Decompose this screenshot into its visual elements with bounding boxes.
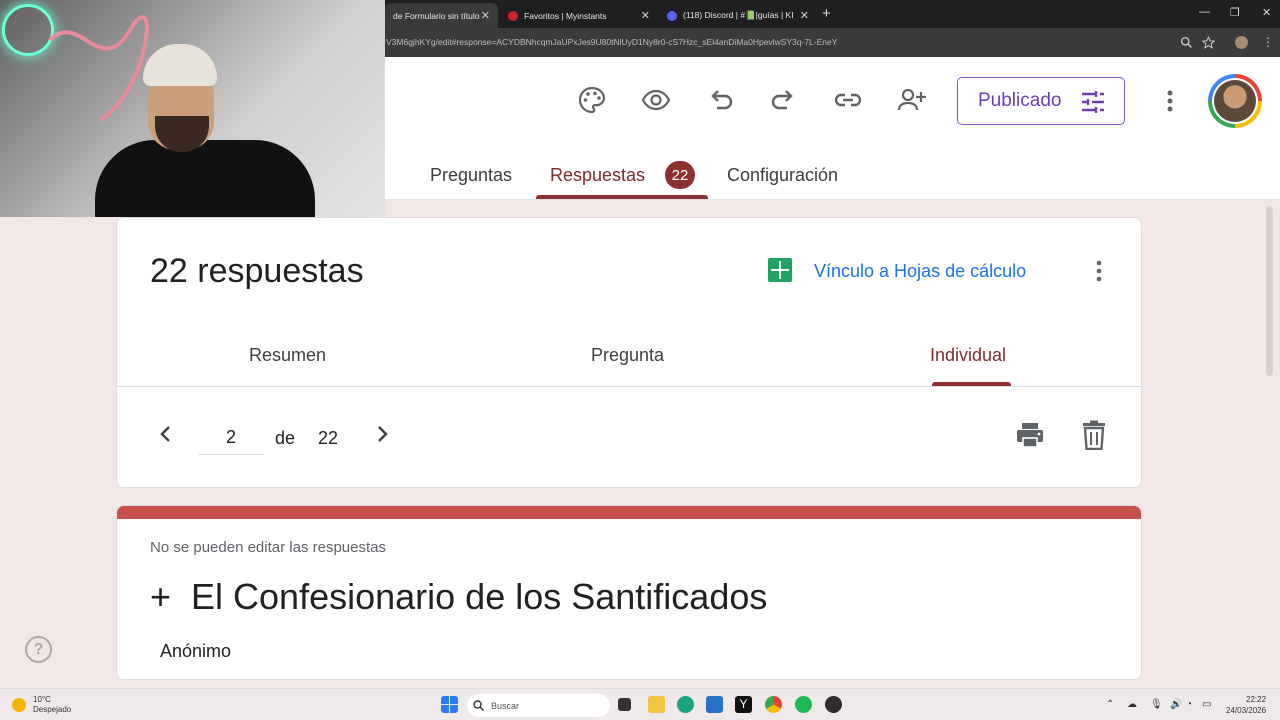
clock-time: 22:22 <box>1246 695 1267 704</box>
moon-icon <box>12 698 26 712</box>
subtab-resumen[interactable]: Resumen <box>249 345 326 366</box>
new-tab-icon[interactable]: + <box>822 5 831 22</box>
browser-tab-label: de Formulario sin título <box>393 10 480 21</box>
close-window-icon[interactable]: ✕ <box>1262 6 1271 19</box>
palette-icon[interactable] <box>577 85 607 115</box>
account-avatar[interactable] <box>1208 74 1262 128</box>
search-icon <box>473 700 484 711</box>
browser-menu-icon[interactable]: ⋮ <box>1262 36 1275 49</box>
answer-text: Anónimo <box>160 641 232 661</box>
chevron-up-icon[interactable]: ⌃ <box>1106 699 1114 710</box>
page-scrollbar[interactable] <box>1266 206 1273 376</box>
form-title: + El Confesionario de los Santificados <box>150 576 768 617</box>
store-icon[interactable] <box>706 696 723 713</box>
avatar-photo <box>1214 80 1256 122</box>
link-to-sheets[interactable]: Vínculo a Hojas de cálculo <box>814 261 1026 282</box>
browser-tab-form[interactable]: de Formulario sin título ✕ <box>385 3 498 28</box>
tab-preguntas[interactable]: Preguntas <box>430 165 512 186</box>
weather-widget[interactable]: 10°C Despejado <box>12 695 71 715</box>
add-collaborator-icon[interactable] <box>897 85 927 115</box>
active-tab-indicator <box>536 195 708 199</box>
profile-avatar-icon[interactable] <box>1235 36 1248 49</box>
chrome-icon[interactable] <box>765 696 782 713</box>
chevron-left-icon[interactable] <box>157 425 175 443</box>
network-icon[interactable]: ☁ <box>1127 699 1137 710</box>
responses-count-title: 22 respuestas <box>150 252 364 290</box>
help-icon[interactable]: ? <box>25 636 52 663</box>
browser-tab-label: Favoritos | Myinstants <box>524 10 607 21</box>
delete-icon[interactable] <box>1081 420 1107 450</box>
search-placeholder: Buscar <box>491 700 520 711</box>
clock-date: 24/03/2026 <box>1226 706 1267 715</box>
wifi-icon[interactable]: ◔ <box>1186 699 1192 710</box>
file-explorer-icon[interactable] <box>648 696 665 713</box>
responses-card: 22 respuestas Vínculo a Hojas de cálculo… <box>116 217 1142 488</box>
close-tab-icon[interactable]: ✕ <box>481 9 490 22</box>
taskbar-clock[interactable]: 22:22 24/03/2026 <box>1226 694 1266 716</box>
card-header-band <box>117 506 1141 519</box>
volume-icon[interactable]: 🔊 <box>1170 699 1182 710</box>
sheets-icon[interactable] <box>768 258 792 282</box>
link-icon[interactable] <box>833 85 863 115</box>
task-view-icon[interactable] <box>618 698 631 711</box>
browser-tab-myinstants[interactable]: Favoritos | Myinstants ✕ <box>500 3 658 28</box>
yandex-app-icon[interactable]: Y <box>735 696 752 713</box>
taskbar-search[interactable]: Buscar <box>467 694 610 717</box>
tab-configuracion[interactable]: Configuración <box>727 165 838 186</box>
chevron-right-icon[interactable] <box>373 425 391 443</box>
responses-count-badge: 22 <box>665 161 695 189</box>
windows-taskbar: 10°C Despejado Buscar Y ⌃ ☁ 🎙 🔊 ◔ ▭ 22:2… <box>0 688 1280 720</box>
person-body-image <box>95 140 315 217</box>
browser-tab-label: (118) Discord | #📗|guías | KIC <box>683 10 793 20</box>
pager-separator: de <box>275 428 296 448</box>
spotify-icon[interactable] <box>795 696 812 713</box>
subtab-individual[interactable]: Individual <box>930 345 1006 366</box>
myinstants-favicon <box>508 10 518 21</box>
tune-icon <box>1082 91 1104 113</box>
more-vert-icon[interactable] <box>1160 87 1180 115</box>
preview-eye-icon[interactable] <box>641 85 671 115</box>
webcam-overlay <box>0 0 385 217</box>
print-icon[interactable] <box>1015 420 1045 450</box>
url-text[interactable]: V3M6gjhKYg/edit#response=ACYDBNhcqmJaUPx… <box>386 37 837 47</box>
close-tab-icon[interactable]: ✕ <box>800 9 809 22</box>
response-page-input[interactable] <box>198 421 264 455</box>
undo-icon[interactable] <box>705 85 735 115</box>
close-tab-icon[interactable]: ✕ <box>641 9 650 22</box>
more-vert-icon[interactable] <box>1091 258 1107 284</box>
bookmark-star-icon[interactable] <box>1202 36 1215 49</box>
obs-icon[interactable] <box>825 696 842 713</box>
browser-tab-discord[interactable]: (118) Discord | #📗|guías | KIC ✕ <box>659 3 817 28</box>
publish-label: Publicado <box>978 90 1062 111</box>
neon-wire-image <box>48 15 149 122</box>
discord-favicon <box>667 10 677 21</box>
individual-response-card: No se pueden editar las respuestas + El … <box>116 505 1142 680</box>
edge-icon[interactable] <box>677 696 694 713</box>
edit-disabled-notice: No se pueden editar las respuestas <box>150 539 386 556</box>
zoom-icon[interactable] <box>1180 36 1193 49</box>
minimize-icon[interactable]: — <box>1199 6 1210 18</box>
subtab-pregunta[interactable]: Pregunta <box>591 345 664 366</box>
weather-temperature: 10°C <box>33 695 51 704</box>
pager-total: 22 <box>318 428 339 448</box>
microphone-icon[interactable]: 🎙 <box>1150 699 1163 710</box>
tab-respuestas[interactable]: Respuestas <box>550 165 645 186</box>
redo-icon[interactable] <box>769 85 799 115</box>
divider <box>117 386 1141 387</box>
restore-icon[interactable]: ❐ <box>1230 6 1240 19</box>
battery-icon[interactable]: ▭ <box>1202 699 1211 710</box>
publish-button[interactable]: Publicado <box>957 77 1125 125</box>
weather-condition: Despejado <box>33 705 72 714</box>
windows-start-icon[interactable] <box>441 696 458 713</box>
